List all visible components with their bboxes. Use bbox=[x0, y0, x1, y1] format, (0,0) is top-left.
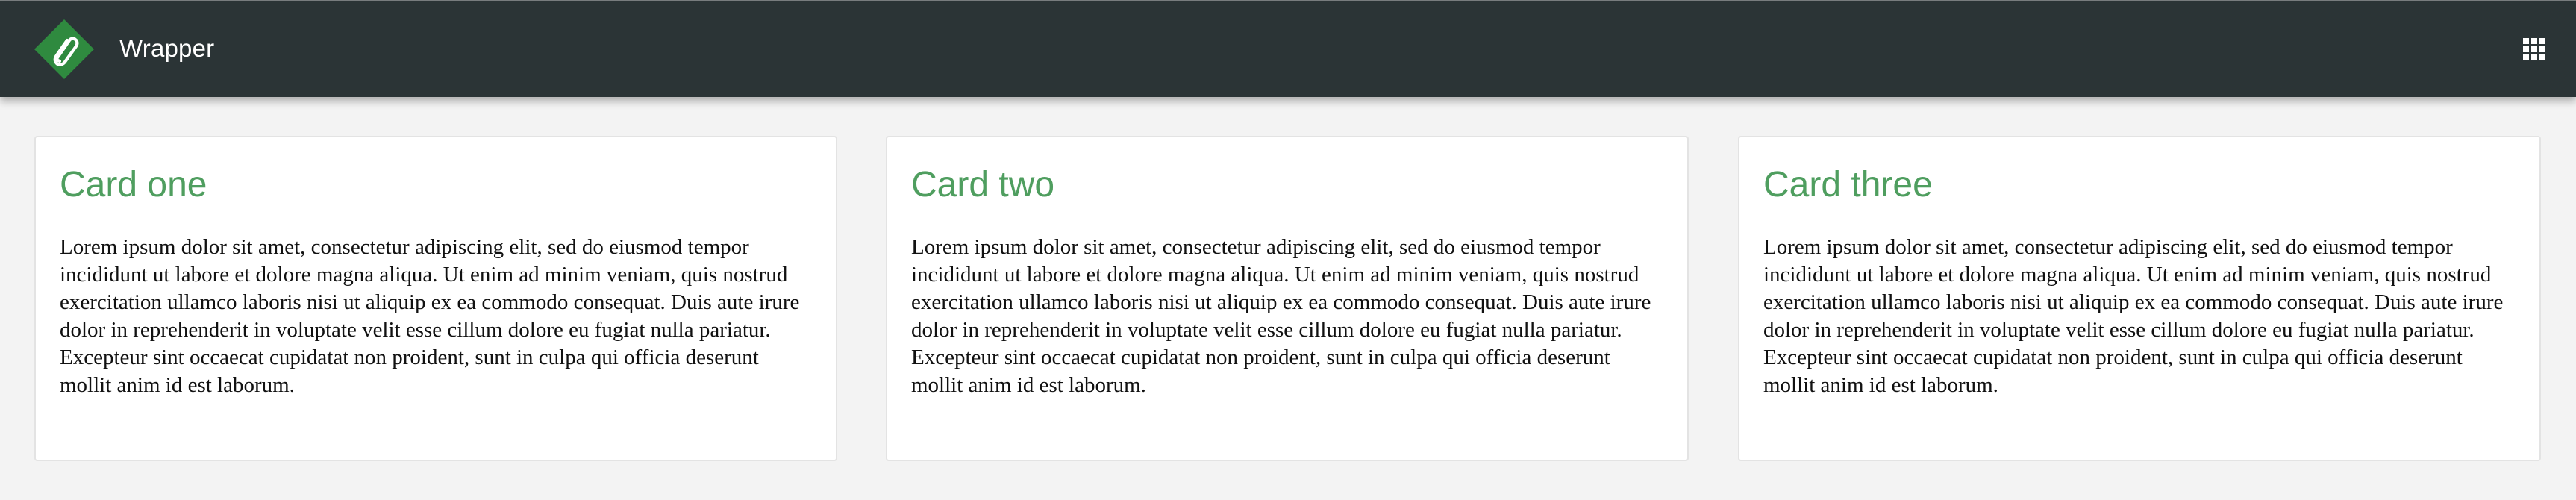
main-content: Card one Lorem ipsum dolor sit amet, con… bbox=[0, 97, 2576, 500]
card-title: Card one bbox=[60, 165, 207, 204]
app-header: Wrapper bbox=[0, 1, 2576, 97]
card-title: Card two bbox=[911, 165, 1055, 204]
apps-grid-button[interactable] bbox=[2522, 37, 2546, 61]
grid-icon bbox=[2523, 38, 2545, 60]
card-body: Lorem ipsum dolor sit amet, consectetur … bbox=[911, 234, 1651, 397]
card-title: Card three bbox=[1763, 165, 1933, 204]
card-two: Card two Lorem ipsum dolor sit amet, con… bbox=[886, 136, 1689, 461]
card-three: Card three Lorem ipsum dolor sit amet, c… bbox=[1738, 136, 2541, 461]
app-title: Wrapper bbox=[119, 34, 215, 62]
card-body: Lorem ipsum dolor sit amet, consectetur … bbox=[1763, 234, 2504, 397]
paperclip-diamond-icon bbox=[33, 18, 96, 81]
card-body: Lorem ipsum dolor sit amet, consectetur … bbox=[60, 234, 800, 397]
card-one: Card one Lorem ipsum dolor sit amet, con… bbox=[34, 136, 837, 461]
